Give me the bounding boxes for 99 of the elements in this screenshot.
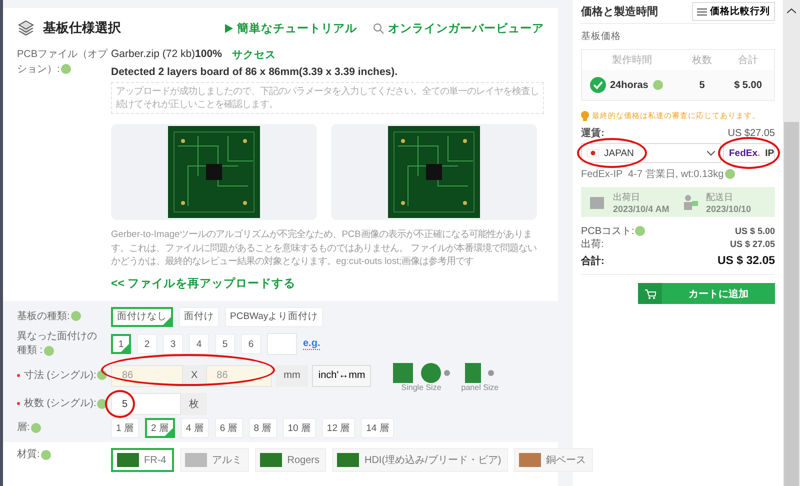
size-caption: panel Size xyxy=(461,383,499,392)
option-button[interactable]: 2 層 xyxy=(144,418,175,438)
option-button[interactable]: 2 xyxy=(137,334,157,354)
layers-icon xyxy=(17,19,35,37)
table-cell-text: $ 5.00 xyxy=(733,80,763,90)
notice-text: アップロードが成功しましたので、下記のパラメータを入力してください。全ての単一のレイヤを検査し続けてそれが正しいことを確認します。 xyxy=(111,82,544,114)
times-label: X xyxy=(183,364,206,387)
option-button[interactable]: 8 層 xyxy=(248,418,277,438)
material-icon xyxy=(117,453,139,468)
option-button[interactable]: 面付けなし xyxy=(111,306,173,327)
material-option[interactable]: 銅ベース xyxy=(514,448,594,472)
option-button[interactable]: 1 層 xyxy=(111,418,139,438)
cost-label: PCBコスト: xyxy=(581,225,646,238)
option-button[interactable]: 4 xyxy=(189,334,209,354)
example-link[interactable]: e.g. xyxy=(303,338,320,350)
material-icon xyxy=(337,453,360,468)
reupload-link[interactable]: << ファイルを再アップロードする xyxy=(111,276,544,292)
field-label: 層: xyxy=(17,421,97,436)
material-option[interactable]: HDI(埋め込み/ブリード・ビア) xyxy=(332,448,508,472)
tutorial-link[interactable]: オンラインガーバービューア xyxy=(373,20,544,36)
option-button[interactable]: 面付け xyxy=(179,306,219,327)
convert-button[interactable]: inch'↔mm xyxy=(312,364,372,387)
help-icon xyxy=(30,422,41,433)
option-button[interactable]: 4 層 xyxy=(180,418,209,438)
deliver-date: 2023/10/10 xyxy=(706,204,752,214)
column-header: 製作時間 xyxy=(611,54,653,67)
unit-label: mm xyxy=(276,364,308,387)
country-select[interactable]: JAPAN xyxy=(581,143,721,163)
help-icon xyxy=(40,450,51,460)
chevron-icon xyxy=(707,150,715,156)
input-field[interactable] xyxy=(267,333,297,356)
field-label: 材質: xyxy=(17,448,97,463)
scroll-thumb[interactable] xyxy=(784,122,799,486)
cost-label: 出荷: xyxy=(581,238,604,251)
play-icon xyxy=(225,24,233,32)
field-label: 基板の種類: xyxy=(17,310,97,324)
option-button[interactable]: 12 層 xyxy=(322,418,356,438)
upload-status: サクセス xyxy=(232,48,276,62)
deliver-label: 配送日 xyxy=(706,190,734,204)
table-cell: 24horas xyxy=(610,80,648,90)
box-icon xyxy=(589,194,605,210)
option-button[interactable]: PCBWayより面付け xyxy=(225,306,324,327)
section-title: 基板仕様選択 xyxy=(43,19,121,37)
table-cell-text: 5 xyxy=(698,80,706,90)
field-label: 枚数 (シングル): xyxy=(17,397,111,412)
scroll-up-icon[interactable] xyxy=(787,8,796,14)
person-icon xyxy=(682,194,698,210)
sidebar-title: 価格と製造時間 xyxy=(581,4,658,19)
help-icon xyxy=(60,64,71,74)
help-icon xyxy=(635,226,646,236)
cart-icon xyxy=(644,288,656,298)
list-icon xyxy=(697,8,707,16)
option-button[interactable]: 1 xyxy=(111,334,131,354)
quantity-field[interactable]: 5 xyxy=(111,393,181,416)
detected-text: Detected 2 layers board of 86 x 86mm(3.39 x 3.39 inches). xyxy=(111,66,399,78)
column-header: 合計 xyxy=(737,54,759,67)
help-icon xyxy=(97,370,108,380)
disclaimer-text: Gerber-to-Imageツールのアルゴリズムが不完全なため、PCB画像の表示が不正確になる可能性があります。これは、ファイルに問題があることを意味するものではありません。 ファイルが本番環境で問題ないかどうかは、最終的なレビュー結果の対象となります。eg:cut-outs lost;画像は参考用です xyxy=(111,228,538,268)
bulb-icon xyxy=(581,111,589,121)
option-button[interactable]: 6 層 xyxy=(214,418,243,438)
field-label: 寸法 (シングル): xyxy=(17,368,111,384)
selected-corner-icon xyxy=(163,316,171,325)
shipping-price: US $27.05 xyxy=(728,127,775,140)
total-value: US $ 32.05 xyxy=(717,255,775,268)
help-icon xyxy=(653,80,664,90)
cost-value: US $ 5.00 xyxy=(734,225,775,238)
material-icon xyxy=(185,453,208,468)
field-label: 異なった面付けの種類 : xyxy=(17,330,97,358)
total-label: 合計: xyxy=(581,255,604,268)
size-caption: Single Size xyxy=(401,383,442,392)
carrier-info: FedEx-IP 4-7 営業日, wt:0.13kg xyxy=(581,167,775,181)
help-icon xyxy=(724,169,735,180)
option-button[interactable]: 3 xyxy=(163,334,183,354)
unit-label: 枚 xyxy=(181,393,207,416)
flag-icon xyxy=(587,149,599,157)
price-label: 基板価格 xyxy=(581,30,622,43)
ship-label: 出荷日 xyxy=(613,190,641,204)
option-button[interactable]: 10 層 xyxy=(282,418,316,438)
scrollbar[interactable] xyxy=(783,0,800,486)
material-option[interactable]: アルミ xyxy=(180,448,250,472)
help-icon xyxy=(44,346,54,356)
search-icon xyxy=(373,22,384,34)
tutorial-link[interactable]: 簡単なチュートリアル xyxy=(225,20,357,36)
cost-value: US $ 27.05 xyxy=(730,238,775,251)
material-icon xyxy=(519,453,542,468)
option-button[interactable]: 6 xyxy=(241,334,261,354)
shipping-label: 運賃: xyxy=(581,127,604,140)
compare-button[interactable]: 価格比較行列 xyxy=(692,2,775,21)
help-icon xyxy=(97,398,108,409)
option-button[interactable]: 5 xyxy=(215,334,235,354)
option-button[interactable]: 14 層 xyxy=(361,418,394,438)
ship-date: 2023/10/4 AM xyxy=(613,204,670,214)
column-header: 枚数 xyxy=(691,54,713,67)
help-icon xyxy=(70,311,81,322)
file-name: Garber.zip (72 kb)100% xyxy=(111,48,222,62)
material-icon xyxy=(260,453,282,468)
field-label: PCBファイル（オプション）: xyxy=(17,48,109,76)
material-option[interactable]: FR-4 xyxy=(111,448,174,472)
material-option[interactable]: Rogers xyxy=(255,448,326,472)
